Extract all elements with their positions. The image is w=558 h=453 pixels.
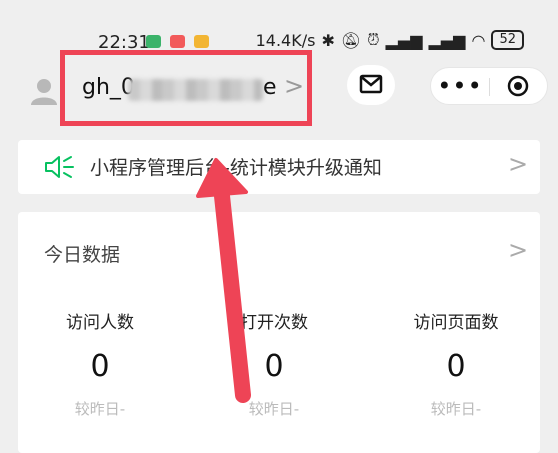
mail-button[interactable] [347, 65, 395, 105]
highlight-box [60, 50, 312, 126]
app-notification-icon [194, 35, 209, 48]
metric-value: 0 [446, 349, 466, 384]
close-circle-icon[interactable] [507, 75, 529, 97]
metric-comparison: 较昨日- [430, 400, 482, 418]
metric-value: 0 [264, 349, 284, 384]
capsule-divider [489, 78, 490, 96]
metric-value: 0 [90, 349, 110, 384]
alarm-icon: ⏰︎ [367, 30, 380, 49]
status-bar: 22:31 14.4K/s ✱ 🔕︎ ⏰︎ ▂▄▆ ▂▄▆ ◠ 52 [0, 0, 558, 53]
chevron-right-icon: > [508, 150, 529, 178]
wifi-icon: ◠ [471, 30, 486, 50]
menu-capsule: ••• [430, 67, 548, 105]
battery-indicator: 52 [491, 30, 524, 50]
signal-icon: ▂▄▆ [428, 30, 466, 50]
bluetooth-icon: ✱ [321, 30, 335, 50]
upgrade-notice[interactable]: 小程序管理后台-统计模块升级通知 > [18, 140, 540, 194]
speaker-icon [45, 156, 74, 178]
notice-text: 小程序管理后台-统计模块升级通知 [90, 157, 382, 179]
metric-page-views[interactable]: 访问页面数 0 较昨日- [376, 308, 536, 419]
metric-label: 访问页面数 [413, 313, 499, 333]
metric-opens[interactable]: 打开次数 0 较昨日- [194, 308, 354, 419]
status-indicators: 14.4K/s ✱ 🔕︎ ⏰︎ ▂▄▆ ▂▄▆ ◠ 52 [256, 30, 524, 50]
metric-label: 访问人数 [66, 313, 134, 333]
today-data-card: 今日数据 > 访问人数 0 较昨日- 打开次数 0 较昨日- 访问页面数 0 较… [18, 212, 540, 453]
chevron-right-icon[interactable]: > [508, 236, 528, 264]
app-notification-icon [146, 35, 161, 48]
card-title: 今日数据 [44, 244, 121, 266]
signal-icon: ▂▄▆ [385, 30, 423, 50]
mute-icon: 🔕︎ [340, 30, 362, 50]
app-notification-icon [170, 35, 185, 48]
mail-icon [359, 74, 383, 94]
metric-comparison: 较昨日- [248, 400, 300, 418]
person-avatar-icon [31, 79, 57, 105]
metric-visitors[interactable]: 访问人数 0 较昨日- [20, 308, 180, 419]
more-dots-icon[interactable]: ••• [431, 68, 489, 104]
metric-label: 打开次数 [240, 313, 308, 333]
network-speed: 14.4K/s [255, 30, 316, 50]
metric-comparison: 较昨日- [74, 400, 126, 418]
